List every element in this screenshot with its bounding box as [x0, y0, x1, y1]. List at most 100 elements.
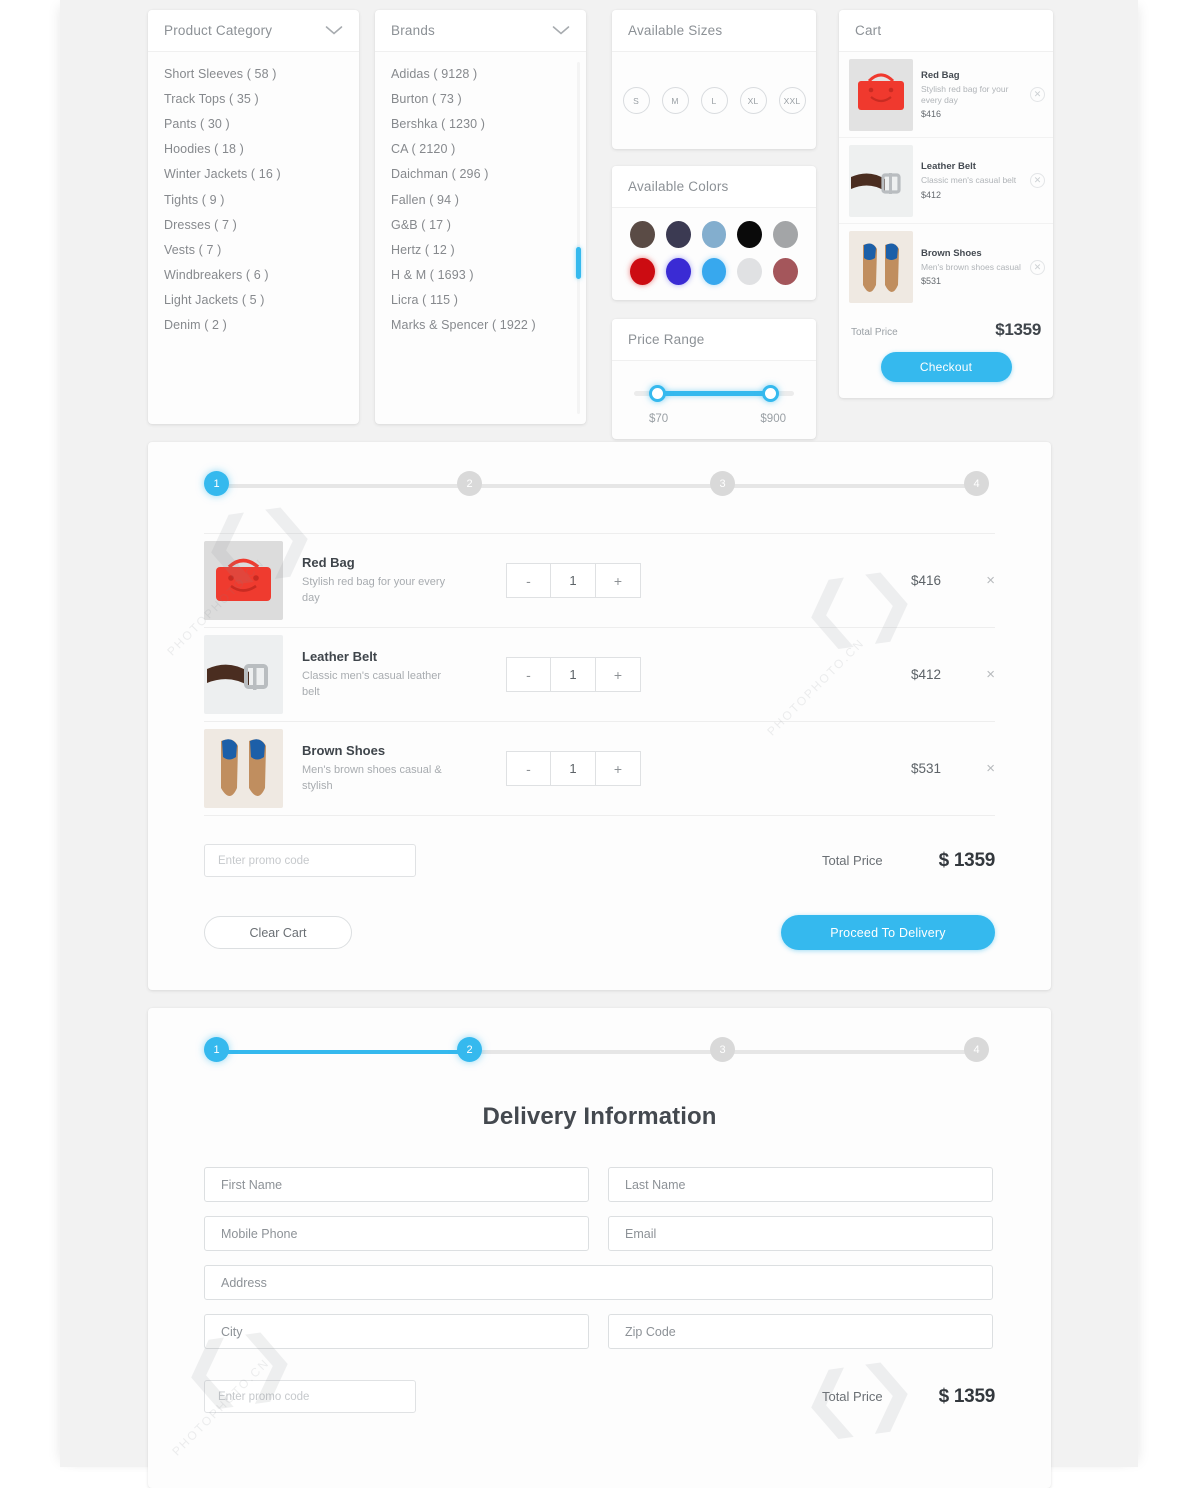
list-item[interactable]: Tights ( 9 )	[148, 187, 359, 212]
list-item[interactable]: Fallen ( 94 )	[375, 187, 586, 212]
stepper-step-3[interactable]: 3	[710, 1037, 735, 1062]
list-item[interactable]: Track Tops ( 35 )	[148, 86, 359, 111]
stepper-step-1[interactable]: 1	[204, 471, 229, 496]
color-swatch[interactable]	[737, 221, 763, 248]
color-swatch[interactable]	[773, 221, 798, 248]
circle-x-icon[interactable]: ✕	[1030, 259, 1045, 275]
stepper-step-1[interactable]: 1	[204, 1037, 229, 1062]
list-item[interactable]: Denim ( 2 )	[148, 313, 359, 338]
price-range-slider[interactable]: $70 $900	[612, 361, 816, 439]
delivery-section-inner: 1 2 3 4 Delivery Information Total Price…	[148, 1008, 1051, 1413]
color-swatch[interactable]	[701, 258, 727, 285]
list-item[interactable]: Hertz ( 12 )	[375, 237, 586, 262]
quantity-decrement-button[interactable]: -	[506, 657, 551, 692]
size-chip-xxl[interactable]: XXL	[778, 87, 806, 114]
delivery-total-value: $ 1359	[938, 1385, 996, 1407]
size-chip-m[interactable]: M	[661, 87, 689, 114]
quantity-value[interactable]: 1	[551, 751, 596, 786]
cart-item-price: $412	[921, 189, 942, 200]
first-name-field[interactable]	[204, 1167, 589, 1202]
price-slider-max-handle[interactable]	[762, 385, 779, 402]
brands-list[interactable]: Adidas ( 9128 ) Burton ( 73 ) Bershka ( …	[375, 52, 586, 424]
color-swatch[interactable]	[737, 258, 763, 285]
stepper-step-2[interactable]: 2	[457, 471, 482, 496]
list-item[interactable]: Windbreakers ( 6 )	[148, 263, 359, 288]
product-category-title: Product Category	[164, 23, 273, 38]
product-category-header[interactable]: Product Category	[148, 10, 359, 52]
cart-item-price: $416	[921, 109, 942, 120]
product-name: Leather Belt	[302, 648, 378, 664]
list-item[interactable]: Dresses ( 7 )	[148, 212, 359, 237]
product-category-list[interactable]: Short Sleeves ( 58 ) Track Tops ( 35 ) P…	[148, 52, 359, 424]
cart-item-desc: Classic men's casual belt	[921, 175, 1017, 186]
list-item[interactable]: Winter Jackets ( 16 )	[148, 162, 359, 187]
list-item[interactable]: G&B ( 17 )	[375, 212, 586, 237]
cart-item-price: $531	[921, 276, 942, 287]
chevron-down-icon[interactable]	[325, 25, 343, 36]
list-item[interactable]: Licra ( 115 )	[375, 288, 586, 313]
chevron-down-icon[interactable]	[552, 25, 570, 36]
size-chip-xl[interactable]: XL	[739, 87, 767, 114]
color-swatch[interactable]	[665, 258, 691, 285]
brands-title: Brands	[391, 23, 435, 38]
quantity-value[interactable]: 1	[551, 563, 596, 598]
color-swatch[interactable]	[701, 221, 727, 248]
list-item[interactable]: Bershka ( 1230 )	[375, 111, 586, 136]
quantity-decrement-button[interactable]: -	[506, 751, 551, 786]
delivery-form	[204, 1167, 995, 1349]
city-field[interactable]	[204, 1314, 589, 1349]
list-item[interactable]: Daichman ( 296 )	[375, 162, 586, 187]
brands-scrollbar-thumb[interactable]	[576, 247, 581, 279]
circle-x-icon[interactable]: ✕	[1030, 87, 1045, 102]
quantity-increment-button[interactable]: +	[596, 751, 641, 786]
list-item[interactable]: Hoodies ( 18 )	[148, 137, 359, 162]
remove-item-button[interactable]: ×	[941, 666, 995, 683]
stepper-step-2[interactable]: 2	[457, 1037, 482, 1062]
brands-scrollbar-track[interactable]	[577, 62, 580, 414]
proceed-to-delivery-button[interactable]: Proceed To Delivery	[781, 915, 995, 950]
remove-item-button[interactable]: ×	[941, 760, 995, 777]
price-slider-min-handle[interactable]	[649, 385, 666, 402]
list-item[interactable]: Pants ( 30 )	[148, 111, 359, 136]
quantity-decrement-button[interactable]: -	[506, 563, 551, 598]
cart-sidebar-item[interactable]: Red Bag Stylish red bag for your every d…	[839, 52, 1053, 138]
last-name-field[interactable]	[608, 1167, 993, 1202]
stepper-step-4[interactable]: 4	[964, 1037, 989, 1062]
quantity-value[interactable]: 1	[551, 657, 596, 692]
list-item[interactable]: Burton ( 73 )	[375, 86, 586, 111]
quantity-increment-button[interactable]: +	[596, 563, 641, 598]
quantity-increment-button[interactable]: +	[596, 657, 641, 692]
size-chip-l[interactable]: L	[700, 87, 728, 114]
brands-header[interactable]: Brands	[375, 10, 586, 52]
list-item[interactable]: CA ( 2120 )	[375, 137, 586, 162]
color-swatch[interactable]	[630, 258, 655, 285]
cart-sidebar-item[interactable]: Brown Shoes Men's brown shoes casual $53…	[839, 224, 1053, 310]
color-swatch[interactable]	[630, 221, 655, 248]
color-swatch[interactable]	[665, 221, 691, 248]
list-item[interactable]: Adidas ( 9128 )	[375, 61, 586, 86]
list-item[interactable]: Vests ( 7 )	[148, 237, 359, 262]
zip-code-field[interactable]	[608, 1314, 993, 1349]
quantity-stepper: - 1 +	[506, 657, 641, 692]
list-item[interactable]: Marks & Spencer ( 1922 )	[375, 313, 586, 338]
color-swatch[interactable]	[773, 258, 798, 285]
available-sizes-header: Available Sizes	[612, 10, 816, 52]
stepper-step-3[interactable]: 3	[710, 471, 735, 496]
price-max-label: $900	[760, 413, 786, 425]
cart-item-desc: Stylish red bag for your every day	[921, 83, 1009, 105]
mobile-phone-field[interactable]	[204, 1216, 589, 1251]
checkout-button[interactable]: Checkout	[880, 352, 1012, 382]
list-item[interactable]: Light Jackets ( 5 )	[148, 288, 359, 313]
size-chip-s[interactable]: S	[622, 87, 650, 114]
address-field[interactable]	[204, 1265, 993, 1300]
clear-cart-button[interactable]: Clear Cart	[204, 916, 352, 949]
promo-code-input[interactable]	[204, 844, 416, 877]
email-field[interactable]	[608, 1216, 993, 1251]
list-item[interactable]: Short Sleeves ( 58 )	[148, 61, 359, 86]
cart-sidebar-item[interactable]: Leather Belt Classic men's casual belt $…	[839, 138, 1053, 224]
stepper-step-4[interactable]: 4	[964, 471, 989, 496]
promo-code-input[interactable]	[204, 1380, 416, 1413]
list-item[interactable]: H & M ( 1693 )	[375, 263, 586, 288]
remove-item-button[interactable]: ×	[941, 572, 995, 589]
circle-x-icon[interactable]: ✕	[1030, 173, 1045, 188]
